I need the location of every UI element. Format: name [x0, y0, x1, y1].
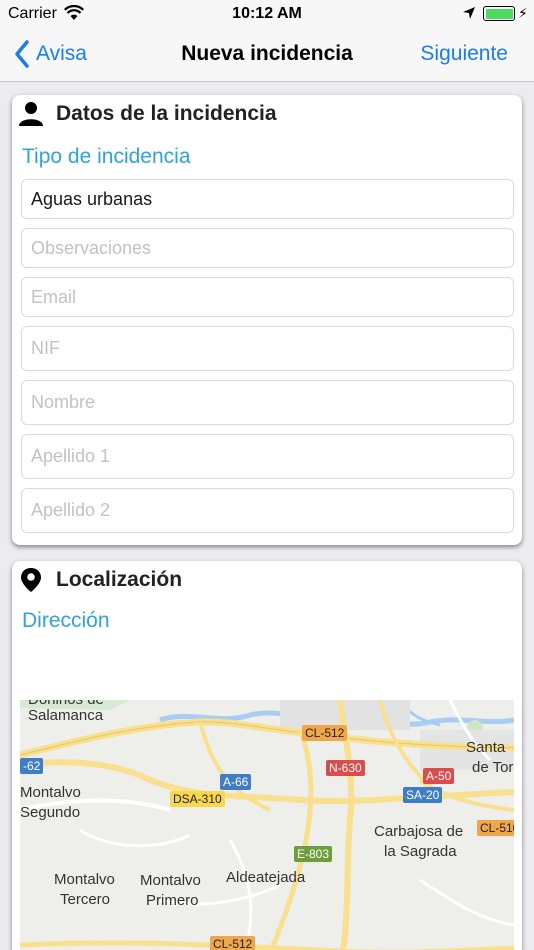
map-place-label: Salamanca: [28, 707, 104, 724]
incident-data-header: Datos de la incidencia: [18, 101, 277, 127]
road-badge: N-630: [326, 760, 365, 776]
surname-2-field[interactable]: [21, 488, 514, 533]
map-place-label: Aldeatejada: [226, 869, 306, 886]
incident-data-title: Datos de la incidencia: [56, 102, 277, 125]
map-place-label: Carbajosa de: [374, 823, 464, 840]
incident-type-field[interactable]: [21, 179, 514, 219]
map-pin-icon: [21, 568, 41, 592]
road-badge: SA-20: [403, 787, 443, 803]
map-place-label: Segundo: [20, 804, 81, 821]
status-bar: Carrier 10:12 AM ⚡: [0, 0, 534, 28]
surname-1-input[interactable]: [31, 435, 513, 478]
road-badge: A-66: [220, 774, 252, 790]
map-place-label: la Sagrada: [384, 843, 457, 860]
location-card: Localización Dirección Salamanca Montalv…: [12, 561, 522, 950]
observations-field[interactable]: [21, 228, 514, 268]
chevron-left-icon: [15, 40, 29, 68]
person-icon: [19, 102, 43, 126]
location-arrow-icon: [462, 6, 476, 20]
email-input[interactable]: [31, 278, 513, 316]
next-button[interactable]: Siguiente: [420, 42, 508, 66]
road-badge: CL-512: [210, 936, 256, 950]
battery-icon: [483, 6, 515, 21]
back-button-label: Avisa: [36, 42, 87, 65]
address-label: Dirección: [22, 609, 110, 632]
incident-type-label: Tipo de incidencia: [22, 145, 191, 168]
nif-input[interactable]: [31, 327, 513, 370]
map-place-label: Primero: [146, 892, 199, 909]
charging-icon: ⚡: [518, 5, 528, 21]
road-badge: CL-512: [302, 725, 348, 741]
name-input[interactable]: [31, 381, 513, 424]
observations-input[interactable]: [31, 229, 513, 267]
location-header: Localización: [18, 567, 182, 593]
navigation-bar: Avisa Nueva incidencia Siguiente: [0, 28, 534, 82]
road-badge: -62: [20, 758, 44, 774]
email-field[interactable]: [21, 277, 514, 317]
road-badge: CL-510: [477, 820, 514, 836]
map-place-label: Tercero: [60, 891, 111, 908]
clock-label: 10:12 AM: [232, 5, 302, 22]
map-place-label: Montalvo: [20, 784, 81, 801]
location-map[interactable]: Doñinos de Salamanca Montalvo Segundo Sa…: [20, 700, 514, 950]
surname-1-field[interactable]: [21, 434, 514, 479]
road-badge: E-803: [294, 846, 333, 862]
name-field[interactable]: [21, 380, 514, 425]
location-title: Localización: [56, 568, 183, 591]
surname-2-input[interactable]: [31, 489, 513, 532]
nif-field[interactable]: [21, 326, 514, 371]
back-button[interactable]: Avisa: [14, 38, 87, 70]
road-badge: DSA-310: [170, 791, 225, 807]
map-place-label: de Tor: [472, 759, 514, 776]
map-place-label: Santa: [466, 739, 506, 756]
incident-type-input[interactable]: [31, 180, 513, 218]
map-place-label: Montalvo: [140, 872, 201, 889]
road-badge: A-50: [423, 768, 455, 784]
incident-data-card: Datos de la incidencia Tipo de incidenci…: [12, 95, 522, 545]
map-place-label: Montalvo: [54, 871, 115, 888]
